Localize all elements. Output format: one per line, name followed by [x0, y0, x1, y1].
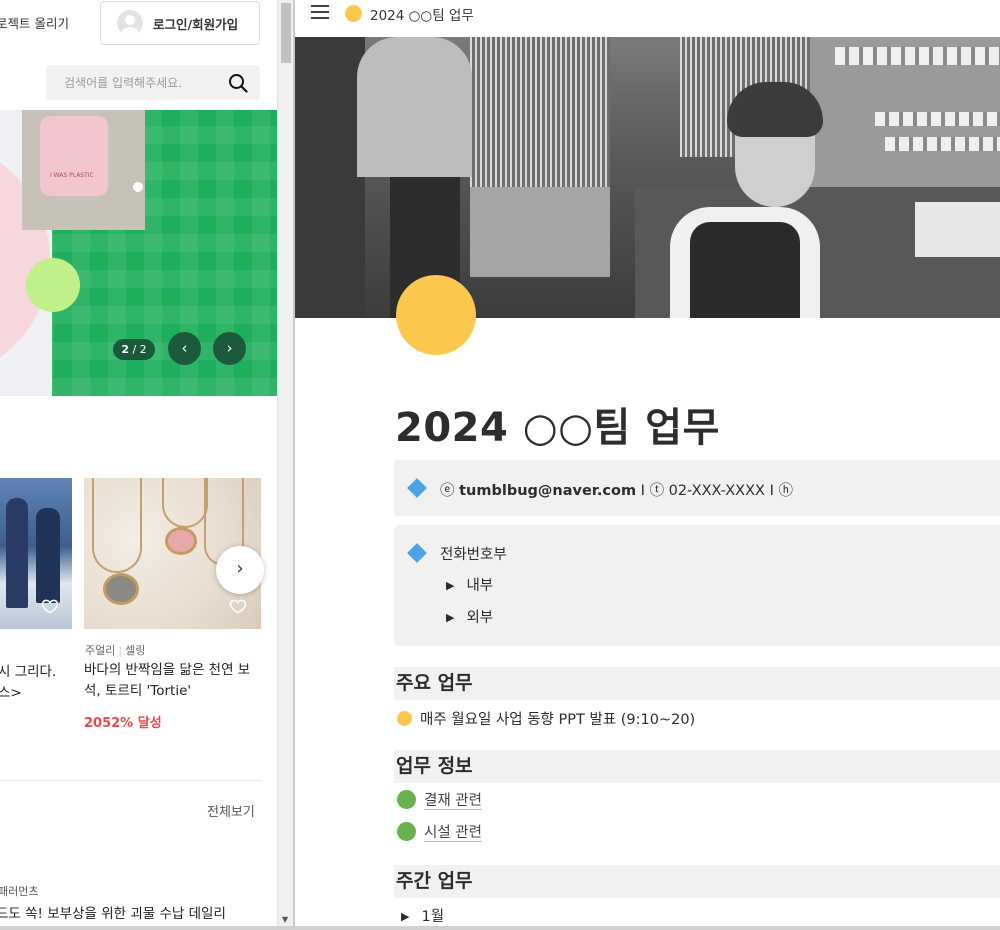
- page-title[interactable]: 2024 ○○팀 업무: [395, 395, 720, 453]
- banner-prev-button[interactable]: ‹: [168, 332, 201, 365]
- toggle-label: 내부: [466, 578, 494, 594]
- section-divider: [0, 780, 262, 781]
- toggle-external[interactable]: ▶ 외부: [446, 606, 493, 627]
- green-circle-icon: [397, 822, 416, 841]
- pink-bag: [40, 116, 108, 196]
- page-link-label[interactable]: 결재 관련: [424, 793, 482, 809]
- contact-email: tumblbug@naver.com: [459, 483, 637, 499]
- toggle-internal[interactable]: ▶ 내부: [446, 574, 493, 595]
- cover-image: [295, 37, 1000, 318]
- contact-separator: I: [769, 483, 774, 499]
- login-signup-button[interactable]: 로그인/회원가입: [100, 1, 260, 45]
- green-circle-icon: [397, 790, 416, 809]
- page-icon[interactable]: [396, 275, 476, 355]
- cover-machine-base: [470, 187, 610, 277]
- banner-next-button[interactable]: ›: [213, 332, 246, 365]
- notion-page: 2024 ○○팀 업무 2024 ○○팀 업무 ⓔ tumblbug@naver…: [295, 0, 1000, 926]
- heart-icon[interactable]: [41, 597, 59, 615]
- category-label: 주얼리: [85, 644, 116, 657]
- cover-papers: [915, 202, 1000, 257]
- cover-console-switches: [875, 112, 1000, 126]
- cover-woman-dress: [690, 222, 800, 318]
- contact-callout[interactable]: ⓔ tumblbug@naver.com I ⓣ 02-XXX-XXXX I ⓗ: [394, 460, 1000, 516]
- main-task-text: 매주 월요일 사업 동향 PPT 발표 (9:10~20): [420, 712, 696, 728]
- project-card-image-1[interactable]: [0, 478, 72, 629]
- email-icon: ⓔ: [440, 483, 455, 499]
- bag-print-text: I WAS PLASTIC: [50, 172, 94, 179]
- card-2-title[interactable]: 바다의 반짝임을 닮은 천연 보석, 토르티 'Tortie': [84, 660, 264, 702]
- tumblbug-panel: 로젝트 올리기 로그인/회원가입 I WAS PLASTIC 2 / 2 ‹ ›: [0, 0, 277, 927]
- turtle-pendant: [168, 530, 194, 552]
- blue-diamond-icon: [407, 478, 427, 498]
- toggle-january[interactable]: ▶ 1월: [401, 905, 444, 926]
- home-icon: ⓗ: [778, 483, 793, 499]
- slide-current: 2: [121, 343, 129, 356]
- yellow-circle-icon: [397, 711, 412, 726]
- scroll-down-arrow[interactable]: ▼: [282, 915, 288, 924]
- window-bottom-edge: [0, 926, 1000, 930]
- necklace-chain: [92, 478, 142, 573]
- upload-project-link[interactable]: 로젝트 올리기: [0, 13, 69, 32]
- clover-decoration: [30, 262, 76, 308]
- heading-task-info[interactable]: 업무 정보: [394, 750, 1000, 783]
- card-1-title[interactable]: 시 그리다.: [0, 660, 56, 680]
- item-title[interactable]: 드도 쏙! 보부상을 위한 괴물 수납 데일리: [0, 902, 226, 922]
- separator: |: [118, 644, 123, 657]
- slide-counter: 2 / 2: [113, 339, 155, 360]
- card-1-title-line2[interactable]: 스>: [0, 681, 22, 701]
- view-all-link[interactable]: 전체보기: [207, 801, 255, 820]
- task-info-link-1[interactable]: 결재 관련: [397, 789, 482, 810]
- item-source: 패러먼츠: [0, 885, 39, 898]
- heading-main-task[interactable]: 주요 업무: [394, 667, 1000, 700]
- cover-shadow: [295, 37, 365, 318]
- phone-icon: ⓣ: [649, 483, 665, 499]
- toggle-label: 외부: [466, 610, 494, 626]
- blue-diamond-icon: [407, 543, 427, 563]
- search-bar: [46, 65, 260, 100]
- figure-1: [6, 498, 28, 608]
- notion-topbar: 2024 ○○팀 업무: [295, 0, 1000, 37]
- left-scrollbar[interactable]: ▼: [277, 0, 293, 927]
- page-link-label[interactable]: 시설 관련: [424, 825, 482, 841]
- toggle-triangle-icon[interactable]: ▶: [446, 611, 454, 624]
- cover-woman-hair: [727, 82, 823, 137]
- main-task-item[interactable]: 매주 월요일 사업 동향 PPT 발표 (9:10~20): [397, 708, 695, 729]
- heading-weekly-task[interactable]: 주간 업무: [394, 865, 1000, 898]
- contact-line: ⓔ tumblbug@naver.com I ⓣ 02-XXX-XXXX I ⓗ: [440, 479, 793, 500]
- toggle-label: 1월: [421, 909, 445, 925]
- toggle-triangle-icon[interactable]: ▶: [446, 579, 454, 592]
- card-category[interactable]: 주얼리 | 셀링: [85, 642, 145, 658]
- login-signup-label: 로그인/회원가입: [153, 16, 239, 32]
- necklace-chain: [162, 478, 208, 528]
- carousel-next-button[interactable]: ›: [216, 546, 264, 594]
- search-icon[interactable]: [228, 73, 248, 93]
- heart-icon[interactable]: [229, 597, 247, 615]
- page-icon-small: [345, 5, 362, 22]
- turtle-pendant: [106, 576, 136, 602]
- contact-separator: I: [640, 483, 645, 499]
- slide-total: / 2: [132, 343, 147, 356]
- cover-console-switches: [885, 137, 1000, 151]
- hamburger-menu-icon[interactable]: [311, 5, 329, 21]
- cover-man-shirt: [357, 37, 472, 177]
- banner-bag-image: I WAS PLASTIC: [22, 110, 145, 230]
- user-avatar-icon: [117, 10, 143, 36]
- toggle-triangle-icon[interactable]: ▶: [401, 910, 409, 923]
- contact-phone: 02-XXX-XXXX: [668, 483, 765, 499]
- banner-dot: [133, 182, 143, 192]
- creator-label: 셀링: [125, 644, 146, 657]
- search-input[interactable]: [64, 65, 224, 100]
- figure-2: [36, 508, 60, 603]
- task-info-link-2[interactable]: 시설 관련: [397, 821, 482, 842]
- scrollbar-thumb[interactable]: [281, 3, 291, 63]
- phonebook-callout: 전화번호부 ▶ 내부 ▶ 외부: [394, 525, 1000, 646]
- promo-banner[interactable]: I WAS PLASTIC 2 / 2 ‹ ›: [0, 110, 277, 396]
- phonebook-title: 전화번호부: [440, 547, 507, 563]
- breadcrumb[interactable]: 2024 ○○팀 업무: [370, 4, 474, 24]
- cover-console-switches: [835, 47, 1000, 65]
- funding-rate: 2052% 달성: [84, 716, 162, 731]
- cover-machine-cables: [470, 37, 610, 187]
